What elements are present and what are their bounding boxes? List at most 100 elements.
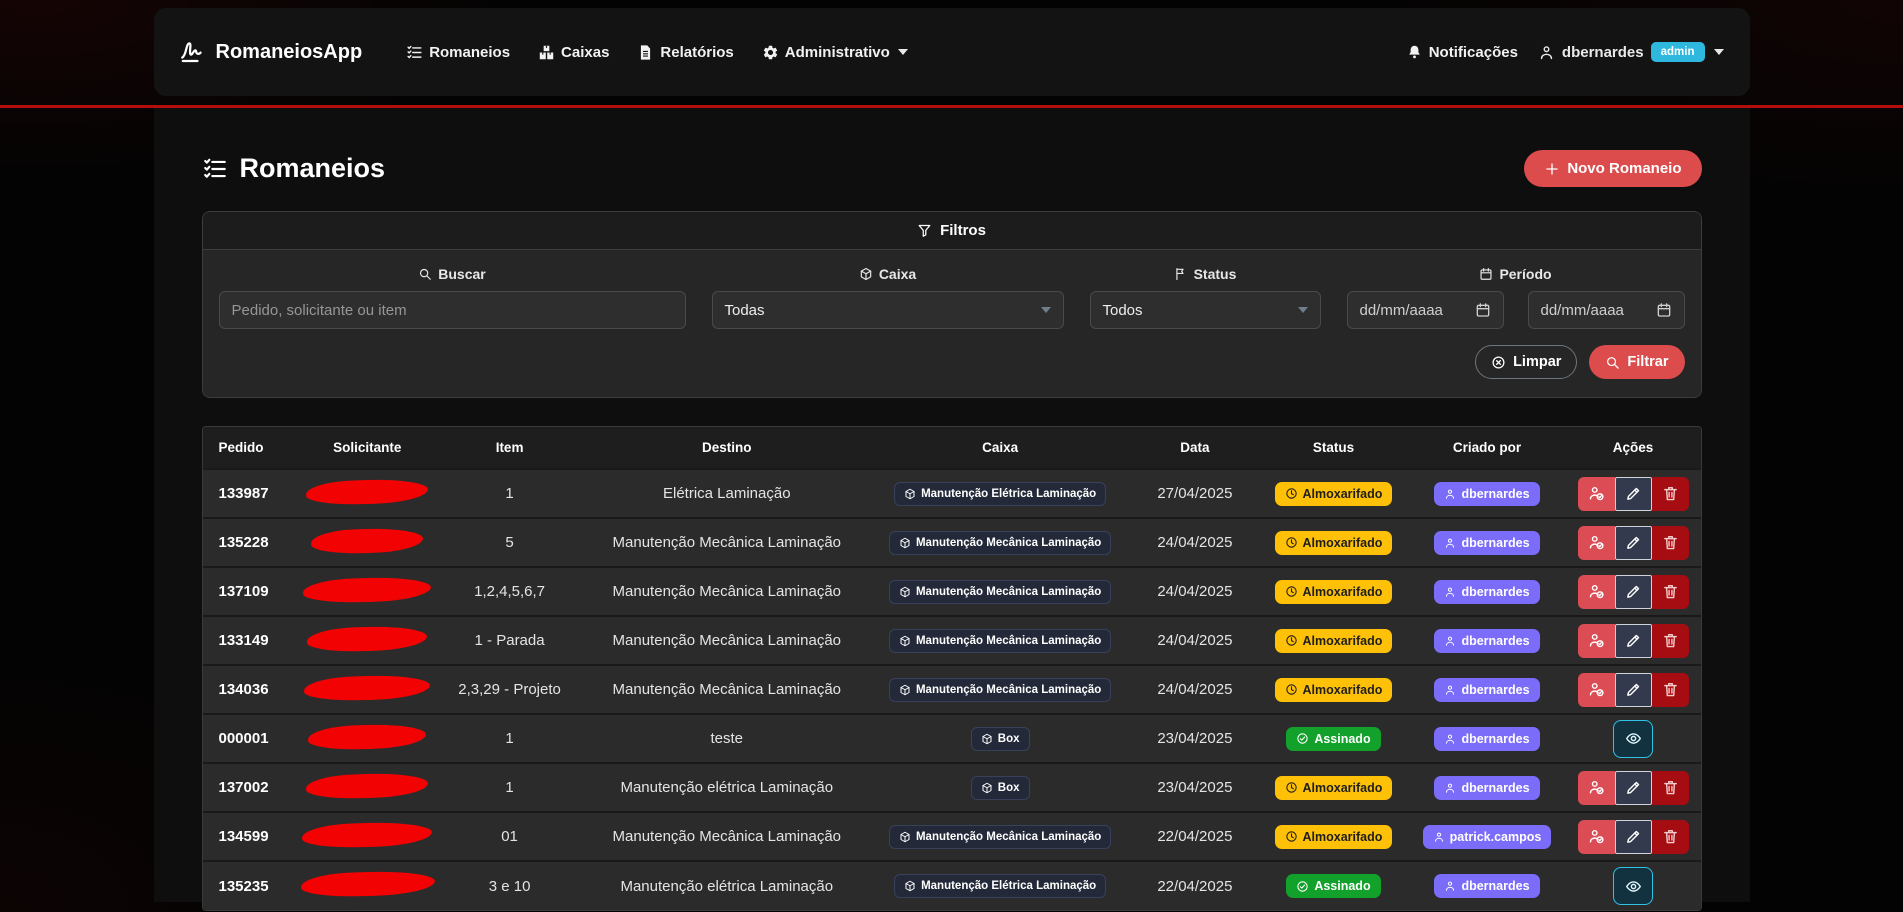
data-cell: 27/04/2025	[1131, 469, 1258, 518]
delete-button[interactable]	[1652, 624, 1689, 658]
caixa-badge: Manutenção Elétrica Laminação	[894, 482, 1106, 506]
criado-por-cell: dbernardes	[1408, 616, 1565, 665]
novo-romaneio-button[interactable]: Novo Romaneio	[1524, 150, 1701, 187]
person-icon	[1444, 880, 1456, 892]
delete-button[interactable]	[1652, 526, 1689, 560]
chevron-down-icon	[1714, 49, 1724, 55]
search-icon	[418, 267, 432, 281]
view-button[interactable]	[1613, 867, 1653, 905]
item-cell: 01	[435, 812, 585, 861]
destino-cell: Manutenção Mecânica Laminação	[584, 665, 869, 714]
calendar-icon	[1475, 302, 1491, 318]
criado-por-badge: dbernardes	[1434, 678, 1539, 702]
report-icon	[637, 44, 654, 61]
edit-button[interactable]	[1615, 477, 1652, 511]
assign-user-button[interactable]	[1578, 771, 1615, 805]
user-menu[interactable]: dbernardes admin	[1538, 42, 1724, 62]
search-label-text: Buscar	[438, 266, 485, 282]
assign-user-button[interactable]	[1578, 673, 1615, 707]
nav-item-romaneios[interactable]: Romaneios	[406, 44, 510, 61]
pedido-cell: 135228	[203, 518, 300, 567]
acoes-cell	[1566, 714, 1701, 763]
status-filter-label: Status	[1090, 266, 1321, 282]
criado-por-cell: patrick.campos	[1408, 812, 1565, 861]
delete-button[interactable]	[1652, 771, 1689, 805]
edit-button[interactable]	[1615, 624, 1652, 658]
search-input[interactable]	[219, 291, 686, 329]
data-cell: 24/04/2025	[1131, 665, 1258, 714]
assign-user-button[interactable]	[1578, 820, 1615, 854]
pedido-cell: 137109	[203, 567, 300, 616]
date-from-input[interactable]: dd/mm/aaaa	[1347, 291, 1504, 329]
pedido-cell: 133987	[203, 469, 300, 518]
notifications-button[interactable]: Notificações	[1406, 44, 1518, 61]
edit-button[interactable]	[1615, 673, 1652, 707]
edit-button[interactable]	[1615, 820, 1652, 854]
nav-item-administrativo[interactable]: Administrativo	[762, 44, 908, 61]
caixa-cell: Manutenção Elétrica Laminação	[869, 469, 1131, 518]
solicitante-cell	[300, 812, 435, 861]
redacted-solicitante	[304, 674, 431, 702]
user-icon	[1538, 44, 1555, 61]
top-navbar: RomaneiosApp Romaneios Caixas Relatórios…	[154, 8, 1750, 96]
list-check-icon	[406, 44, 423, 61]
trash-icon	[1662, 534, 1679, 551]
pedido-cell: 134036	[203, 665, 300, 714]
app-brand-label: RomaneiosApp	[216, 41, 363, 64]
cube-icon	[899, 586, 911, 598]
cube-icon	[899, 684, 911, 696]
user-name: dbernardes	[1562, 44, 1644, 61]
solicitante-cell	[300, 763, 435, 812]
criado-por-badge: dbernardes	[1434, 776, 1539, 800]
filtrar-button[interactable]: Filtrar	[1589, 345, 1684, 379]
status-cell: Almoxarifado	[1259, 469, 1409, 518]
criado-por-badge: dbernardes	[1434, 580, 1539, 604]
pedido-cell: 133149	[203, 616, 300, 665]
solicitante-cell	[300, 861, 435, 910]
delete-button[interactable]	[1652, 820, 1689, 854]
solicitante-cell	[300, 469, 435, 518]
eye-icon	[1625, 878, 1642, 895]
criado-por-badge: dbernardes	[1434, 531, 1539, 555]
limpar-button[interactable]: Limpar	[1475, 345, 1577, 379]
destino-cell: Manutenção Mecânica Laminação	[584, 518, 869, 567]
nav-item-caixas[interactable]: Caixas	[538, 44, 609, 61]
status-select[interactable]: Todos	[1090, 291, 1321, 329]
filtrar-label: Filtrar	[1627, 354, 1668, 370]
table-row: 133987 1 Elétrica Laminação Manutenção E…	[203, 469, 1701, 518]
assign-user-button[interactable]	[1578, 575, 1615, 609]
edit-button[interactable]	[1615, 526, 1652, 560]
table-row: 000001 1 teste Box 23/04/2025 Assinado d…	[203, 714, 1701, 763]
assign-user-button[interactable]	[1578, 624, 1615, 658]
view-button[interactable]	[1613, 720, 1653, 758]
redacted-solicitante	[311, 527, 424, 554]
caixa-badge: Manutenção Mecânica Laminação	[889, 678, 1111, 702]
data-cell: 23/04/2025	[1131, 763, 1258, 812]
table-row: 135228 5 Manutenção Mecânica Laminação M…	[203, 518, 1701, 567]
person-icon	[1444, 635, 1456, 647]
nav-item-relatorios[interactable]: Relatórios	[637, 44, 733, 61]
edit-button[interactable]	[1615, 771, 1652, 805]
nav-item-label: Administrativo	[785, 44, 890, 61]
criado-por-cell: dbernardes	[1408, 518, 1565, 567]
delete-button[interactable]	[1652, 477, 1689, 511]
caixa-badge: Manutenção Elétrica Laminação	[894, 874, 1106, 898]
date-to-input[interactable]: dd/mm/aaaa	[1528, 291, 1685, 329]
column-header-1: Pedido	[203, 427, 300, 469]
caixa-select[interactable]: Todas	[712, 291, 1064, 329]
assign-user-button[interactable]	[1578, 526, 1615, 560]
solicitante-cell	[300, 567, 435, 616]
edit-button[interactable]	[1615, 575, 1652, 609]
assign-user-button[interactable]	[1578, 477, 1615, 511]
delete-button[interactable]	[1652, 673, 1689, 707]
novo-romaneio-label: Novo Romaneio	[1567, 160, 1681, 177]
data-cell: 22/04/2025	[1131, 812, 1258, 861]
list-check-icon	[202, 156, 228, 182]
status-icon	[1285, 536, 1298, 549]
status-icon	[1285, 781, 1298, 794]
delete-button[interactable]	[1652, 575, 1689, 609]
nav-links: Romaneios Caixas Relatórios Administrati…	[406, 44, 908, 61]
caixa-select-value: Todas	[725, 302, 765, 319]
nav-item-label: Relatórios	[660, 44, 733, 61]
app-brand[interactable]: RomaneiosApp	[180, 39, 363, 66]
